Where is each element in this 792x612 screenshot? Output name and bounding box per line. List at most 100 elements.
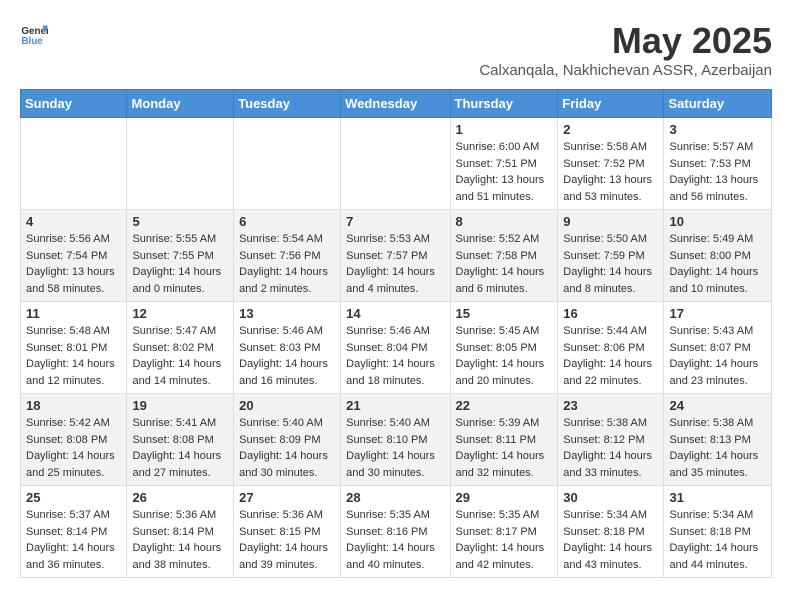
sunset-text: Sunset: 8:01 PM [26, 342, 107, 354]
header: General Blue May 2025 Calxanqala, Nakhic… [20, 20, 772, 79]
calendar-cell-week1-day0 [21, 118, 127, 210]
sunrise-text: Sunrise: 5:53 AM [346, 233, 430, 245]
week-row-2: 4 Sunrise: 5:56 AM Sunset: 7:54 PM Dayli… [21, 210, 772, 302]
header-tuesday: Tuesday [234, 90, 341, 118]
sunrise-text: Sunrise: 5:48 AM [26, 325, 110, 337]
calendar-cell-week4-day5: 23 Sunrise: 5:38 AM Sunset: 8:12 PM Dayl… [558, 394, 664, 486]
header-thursday: Thursday [450, 90, 558, 118]
calendar-table: Sunday Monday Tuesday Wednesday Thursday… [20, 89, 772, 578]
daylight-text: Daylight: 14 hours and 6 minutes. [456, 266, 545, 295]
daylight-text: Daylight: 14 hours and 30 minutes. [239, 450, 328, 479]
daylight-text: Daylight: 13 hours and 58 minutes. [26, 266, 115, 295]
logo: General Blue [20, 20, 48, 48]
day-info: Sunrise: 5:35 AM Sunset: 8:17 PM Dayligh… [456, 507, 553, 573]
title-area: May 2025 Calxanqala, Nakhichevan ASSR, A… [479, 20, 772, 79]
header-friday: Friday [558, 90, 664, 118]
day-info: Sunrise: 5:57 AM Sunset: 7:53 PM Dayligh… [669, 139, 766, 205]
calendar-cell-week5-day6: 31 Sunrise: 5:34 AM Sunset: 8:18 PM Dayl… [664, 486, 772, 578]
daylight-text: Daylight: 13 hours and 56 minutes. [669, 174, 758, 203]
day-number: 13 [239, 306, 335, 321]
day-info: Sunrise: 5:40 AM Sunset: 8:09 PM Dayligh… [239, 415, 335, 481]
day-number: 25 [26, 490, 121, 505]
calendar-cell-week1-day4: 1 Sunrise: 6:00 AM Sunset: 7:51 PM Dayli… [450, 118, 558, 210]
calendar-cell-week4-day4: 22 Sunrise: 5:39 AM Sunset: 8:11 PM Dayl… [450, 394, 558, 486]
sunset-text: Sunset: 8:07 PM [669, 342, 750, 354]
calendar-cell-week2-day6: 10 Sunrise: 5:49 AM Sunset: 8:00 PM Dayl… [664, 210, 772, 302]
sunset-text: Sunset: 8:09 PM [239, 434, 320, 446]
day-info: Sunrise: 5:36 AM Sunset: 8:15 PM Dayligh… [239, 507, 335, 573]
sunset-text: Sunset: 7:51 PM [456, 158, 537, 170]
sunset-text: Sunset: 7:57 PM [346, 250, 427, 262]
calendar-cell-week2-day5: 9 Sunrise: 5:50 AM Sunset: 7:59 PM Dayli… [558, 210, 664, 302]
day-info: Sunrise: 6:00 AM Sunset: 7:51 PM Dayligh… [456, 139, 553, 205]
calendar-cell-week5-day4: 29 Sunrise: 5:35 AM Sunset: 8:17 PM Dayl… [450, 486, 558, 578]
sunset-text: Sunset: 8:18 PM [563, 526, 644, 538]
svg-text:Blue: Blue [21, 36, 43, 47]
sunrise-text: Sunrise: 5:56 AM [26, 233, 110, 245]
day-info: Sunrise: 5:39 AM Sunset: 8:11 PM Dayligh… [456, 415, 553, 481]
sunset-text: Sunset: 8:12 PM [563, 434, 644, 446]
daylight-text: Daylight: 14 hours and 35 minutes. [669, 450, 758, 479]
day-number: 3 [669, 122, 766, 137]
sunset-text: Sunset: 8:18 PM [669, 526, 750, 538]
sunrise-text: Sunrise: 5:49 AM [669, 233, 753, 245]
logo-icon: General Blue [20, 20, 48, 48]
daylight-text: Daylight: 14 hours and 20 minutes. [456, 358, 545, 387]
calendar-title: May 2025 [479, 20, 772, 62]
calendar-cell-week2-day1: 5 Sunrise: 5:55 AM Sunset: 7:55 PM Dayli… [127, 210, 234, 302]
day-number: 19 [132, 398, 228, 413]
day-number: 4 [26, 214, 121, 229]
sunrise-text: Sunrise: 5:58 AM [563, 141, 647, 153]
calendar-cell-week3-day1: 12 Sunrise: 5:47 AM Sunset: 8:02 PM Dayl… [127, 302, 234, 394]
sunrise-text: Sunrise: 5:37 AM [26, 509, 110, 521]
day-number: 29 [456, 490, 553, 505]
calendar-cell-week5-day2: 27 Sunrise: 5:36 AM Sunset: 8:15 PM Dayl… [234, 486, 341, 578]
daylight-text: Daylight: 14 hours and 4 minutes. [346, 266, 435, 295]
day-number: 30 [563, 490, 658, 505]
calendar-cell-week2-day4: 8 Sunrise: 5:52 AM Sunset: 7:58 PM Dayli… [450, 210, 558, 302]
daylight-text: Daylight: 14 hours and 38 minutes. [132, 542, 221, 571]
day-info: Sunrise: 5:54 AM Sunset: 7:56 PM Dayligh… [239, 231, 335, 297]
day-info: Sunrise: 5:40 AM Sunset: 8:10 PM Dayligh… [346, 415, 444, 481]
sunset-text: Sunset: 7:52 PM [563, 158, 644, 170]
day-number: 6 [239, 214, 335, 229]
day-info: Sunrise: 5:35 AM Sunset: 8:16 PM Dayligh… [346, 507, 444, 573]
sunset-text: Sunset: 8:02 PM [132, 342, 213, 354]
calendar-cell-week1-day1 [127, 118, 234, 210]
sunset-text: Sunset: 8:08 PM [132, 434, 213, 446]
sunrise-text: Sunrise: 5:34 AM [669, 509, 753, 521]
calendar-cell-week1-day5: 2 Sunrise: 5:58 AM Sunset: 7:52 PM Dayli… [558, 118, 664, 210]
calendar-cell-week4-day6: 24 Sunrise: 5:38 AM Sunset: 8:13 PM Dayl… [664, 394, 772, 486]
sunset-text: Sunset: 8:15 PM [239, 526, 320, 538]
day-number: 2 [563, 122, 658, 137]
day-number: 14 [346, 306, 444, 321]
calendar-cell-week3-day5: 16 Sunrise: 5:44 AM Sunset: 8:06 PM Dayl… [558, 302, 664, 394]
sunrise-text: Sunrise: 5:34 AM [563, 509, 647, 521]
calendar-cell-week3-day6: 17 Sunrise: 5:43 AM Sunset: 8:07 PM Dayl… [664, 302, 772, 394]
day-info: Sunrise: 5:38 AM Sunset: 8:13 PM Dayligh… [669, 415, 766, 481]
sunrise-text: Sunrise: 5:55 AM [132, 233, 216, 245]
calendar-cell-week3-day2: 13 Sunrise: 5:46 AM Sunset: 8:03 PM Dayl… [234, 302, 341, 394]
daylight-text: Daylight: 14 hours and 42 minutes. [456, 542, 545, 571]
calendar-cell-week5-day1: 26 Sunrise: 5:36 AM Sunset: 8:14 PM Dayl… [127, 486, 234, 578]
sunset-text: Sunset: 8:05 PM [456, 342, 537, 354]
calendar-cell-week4-day3: 21 Sunrise: 5:40 AM Sunset: 8:10 PM Dayl… [341, 394, 450, 486]
sunrise-text: Sunrise: 5:39 AM [456, 417, 540, 429]
sunrise-text: Sunrise: 6:00 AM [456, 141, 540, 153]
sunset-text: Sunset: 7:58 PM [456, 250, 537, 262]
header-sunday: Sunday [21, 90, 127, 118]
sunset-text: Sunset: 7:59 PM [563, 250, 644, 262]
sunset-text: Sunset: 8:03 PM [239, 342, 320, 354]
day-info: Sunrise: 5:34 AM Sunset: 8:18 PM Dayligh… [669, 507, 766, 573]
day-number: 8 [456, 214, 553, 229]
header-monday: Monday [127, 90, 234, 118]
sunset-text: Sunset: 8:14 PM [132, 526, 213, 538]
week-row-1: 1 Sunrise: 6:00 AM Sunset: 7:51 PM Dayli… [21, 118, 772, 210]
header-saturday: Saturday [664, 90, 772, 118]
calendar-cell-week5-day0: 25 Sunrise: 5:37 AM Sunset: 8:14 PM Dayl… [21, 486, 127, 578]
daylight-text: Daylight: 14 hours and 43 minutes. [563, 542, 652, 571]
day-number: 9 [563, 214, 658, 229]
daylight-text: Daylight: 14 hours and 33 minutes. [563, 450, 652, 479]
weekday-header-row: Sunday Monday Tuesday Wednesday Thursday… [21, 90, 772, 118]
daylight-text: Daylight: 14 hours and 23 minutes. [669, 358, 758, 387]
